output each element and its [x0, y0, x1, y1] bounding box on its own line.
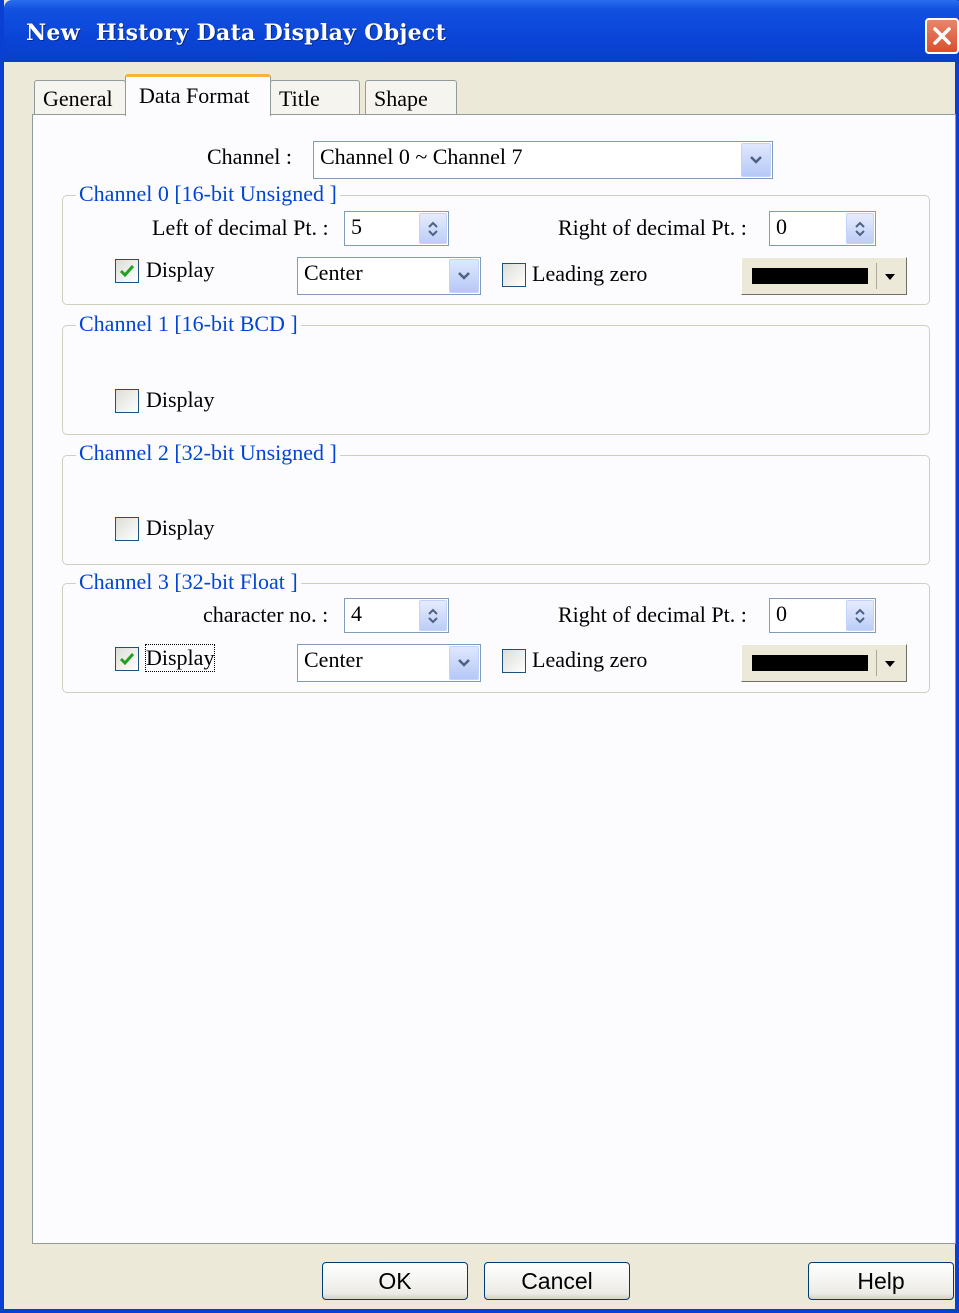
chevron-down-icon [458, 272, 470, 280]
channel-0-right-label: Right of decimal Pt. : [558, 215, 747, 240]
channel-3-right-spinner[interactable]: 0 [769, 598, 876, 633]
channel-0-left-label: Left of decimal Pt. : [152, 215, 329, 240]
window-title: New History Data Display Object [26, 20, 447, 46]
channel-3-left-spinner[interactable]: 4 [344, 598, 449, 633]
channel-range-select[interactable]: Channel 0 ~ Channel 7 [313, 141, 773, 179]
channel-0-display-label: Display [146, 257, 215, 282]
cancel-button[interactable]: Cancel [484, 1262, 630, 1300]
channel-3-leading-zero-label: Leading zero [532, 647, 648, 672]
channel-3-right-value: 0 [776, 601, 787, 626]
channel-1-display-label: Display [146, 387, 215, 412]
channel-1-group [62, 325, 930, 435]
channel-range-value: Channel 0 ~ Channel 7 [320, 144, 523, 169]
ok-button[interactable]: OK [322, 1262, 468, 1300]
channel-0-left-value: 5 [351, 214, 362, 239]
channel-0-right-value: 0 [776, 214, 787, 239]
spinner-updown-icon [428, 221, 438, 236]
close-button[interactable] [925, 18, 959, 54]
channel-0-leading-zero-checkbox[interactable] [502, 263, 526, 287]
channel-0-color-picker[interactable] [741, 257, 907, 295]
spinner-button[interactable] [846, 600, 874, 631]
chevron-down-icon [750, 156, 762, 164]
channel-0-title: Channel 0 [16-bit Unsigned ] [76, 181, 340, 207]
close-icon [933, 27, 951, 45]
tab-title[interactable]: Title [270, 80, 360, 114]
channel-1-title: Channel 1 [16-bit BCD ] [76, 311, 301, 337]
dropdown-button[interactable] [741, 143, 771, 177]
channel-3-color-picker[interactable] [741, 644, 907, 682]
dialog-window: New History Data Display Object General … [0, 0, 959, 1313]
channel-0-align-select[interactable]: Center [297, 257, 481, 295]
channel-0-right-spinner[interactable]: 0 [769, 211, 876, 246]
spinner-updown-icon [855, 608, 865, 623]
channel-2-display-label: Display [146, 515, 215, 540]
channel-3-title: Channel 3 [32-bit Float ] [76, 569, 301, 595]
channel-3-align-select[interactable]: Center [297, 644, 481, 682]
checkmark-icon [119, 653, 135, 666]
dropdown-button[interactable] [449, 646, 479, 680]
triangle-down-icon [885, 661, 895, 667]
dropdown-button[interactable] [449, 259, 479, 293]
spinner-updown-icon [855, 221, 865, 236]
tab-shape[interactable]: Shape [365, 80, 457, 114]
channel-3-left-value: 4 [351, 601, 362, 626]
divider [876, 263, 877, 289]
channel-0-display-checkbox[interactable] [115, 259, 139, 283]
triangle-down-icon [885, 274, 895, 280]
title-bar[interactable]: New History Data Display Object [4, 0, 959, 62]
color-swatch [752, 268, 868, 284]
divider [876, 650, 877, 676]
channel-label: Channel : [207, 144, 292, 169]
channel-2-title: Channel 2 [32-bit Unsigned ] [76, 440, 340, 466]
channel-2-display-checkbox[interactable] [115, 517, 139, 541]
chevron-down-icon [458, 659, 470, 667]
color-swatch [752, 655, 868, 671]
channel-0-left-spinner[interactable]: 5 [344, 211, 449, 246]
spinner-button[interactable] [419, 213, 447, 244]
spinner-button[interactable] [419, 600, 447, 631]
tab-data-format[interactable]: Data Format [125, 74, 271, 116]
spinner-button[interactable] [846, 213, 874, 244]
channel-3-align-value: Center [304, 647, 363, 672]
channel-3-leading-zero-checkbox[interactable] [502, 649, 526, 673]
channel-0-align-value: Center [304, 260, 363, 285]
channel-2-group [62, 455, 930, 565]
channel-3-right-label: Right of decimal Pt. : [558, 602, 747, 627]
channel-0-leading-zero-label: Leading zero [532, 261, 648, 286]
channel-1-display-checkbox[interactable] [115, 389, 139, 413]
spinner-updown-icon [428, 608, 438, 623]
help-button[interactable]: Help [808, 1262, 954, 1300]
checkmark-icon [119, 265, 135, 278]
channel-3-left-label: character no. : [203, 602, 329, 627]
channel-3-display-checkbox[interactable] [115, 647, 139, 671]
channel-3-display-label: Display [144, 644, 216, 672]
tab-general[interactable]: General [34, 80, 126, 114]
